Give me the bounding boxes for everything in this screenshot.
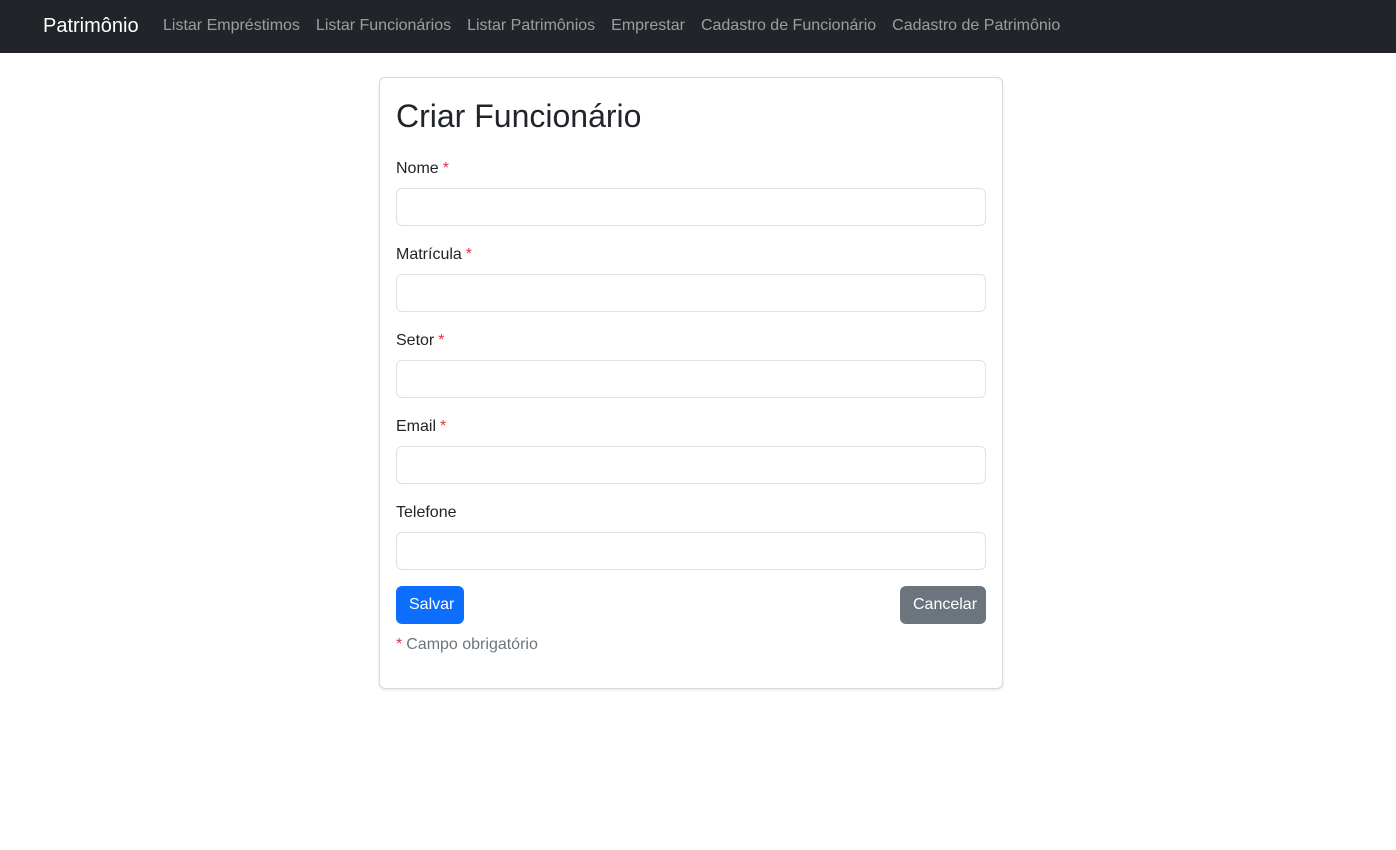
cancel-button[interactable]: Cancelar	[900, 586, 986, 624]
nav-link-listar-patrimonios[interactable]: Listar Patrimônios	[459, 15, 603, 37]
telefone-label-text: Telefone	[396, 504, 457, 521]
top-navbar: Patrimônio Listar Empréstimos Listar Fun…	[0, 0, 1396, 53]
required-field-note: * Campo obrigatório	[396, 634, 538, 656]
required-marker: *	[465, 246, 473, 263]
email-label-text: Email	[396, 418, 437, 435]
required-marker: *	[440, 418, 447, 435]
nav-link-listar-emprestimos[interactable]: Listar Empréstimos	[155, 15, 308, 37]
setor-input[interactable]	[396, 360, 986, 398]
required-marker: *	[442, 160, 449, 177]
required-marker: *	[396, 636, 403, 653]
setor-label: Setor *	[396, 330, 444, 352]
telefone-label: Telefone	[396, 502, 457, 524]
nav-link-emprestar[interactable]: Emprestar	[603, 15, 693, 37]
nome-label: Nome *	[396, 158, 449, 180]
matricula-input[interactable]	[396, 274, 986, 312]
telefone-input[interactable]	[396, 532, 986, 570]
page-title: Criar Funcionário	[396, 98, 642, 134]
required-field-note-text: Campo obrigatório	[406, 636, 538, 653]
nav-links: Listar Empréstimos Listar Funcionários L…	[155, 15, 1068, 37]
nav-link-listar-funcionarios[interactable]: Listar Funcionários	[308, 15, 459, 37]
nav-link-cadastro-patrimonio[interactable]: Cadastro de Patrimônio	[884, 15, 1068, 37]
navbar-brand[interactable]: Patrimônio	[43, 13, 139, 39]
email-input[interactable]	[396, 446, 986, 484]
setor-label-text: Setor	[396, 332, 435, 349]
matricula-label: Matrícula *	[396, 244, 472, 266]
nome-input[interactable]	[396, 188, 986, 226]
email-label: Email *	[396, 416, 446, 438]
nav-link-cadastro-funcionario[interactable]: Cadastro de Funcionário	[693, 15, 884, 37]
matricula-label-text: Matrícula	[396, 246, 462, 263]
form-card: Criar Funcionário Nome * Matrícula * Setor…	[379, 77, 1003, 689]
save-button[interactable]: Salvar	[396, 586, 464, 624]
required-marker: *	[438, 332, 445, 349]
nome-label-text: Nome	[396, 160, 439, 177]
